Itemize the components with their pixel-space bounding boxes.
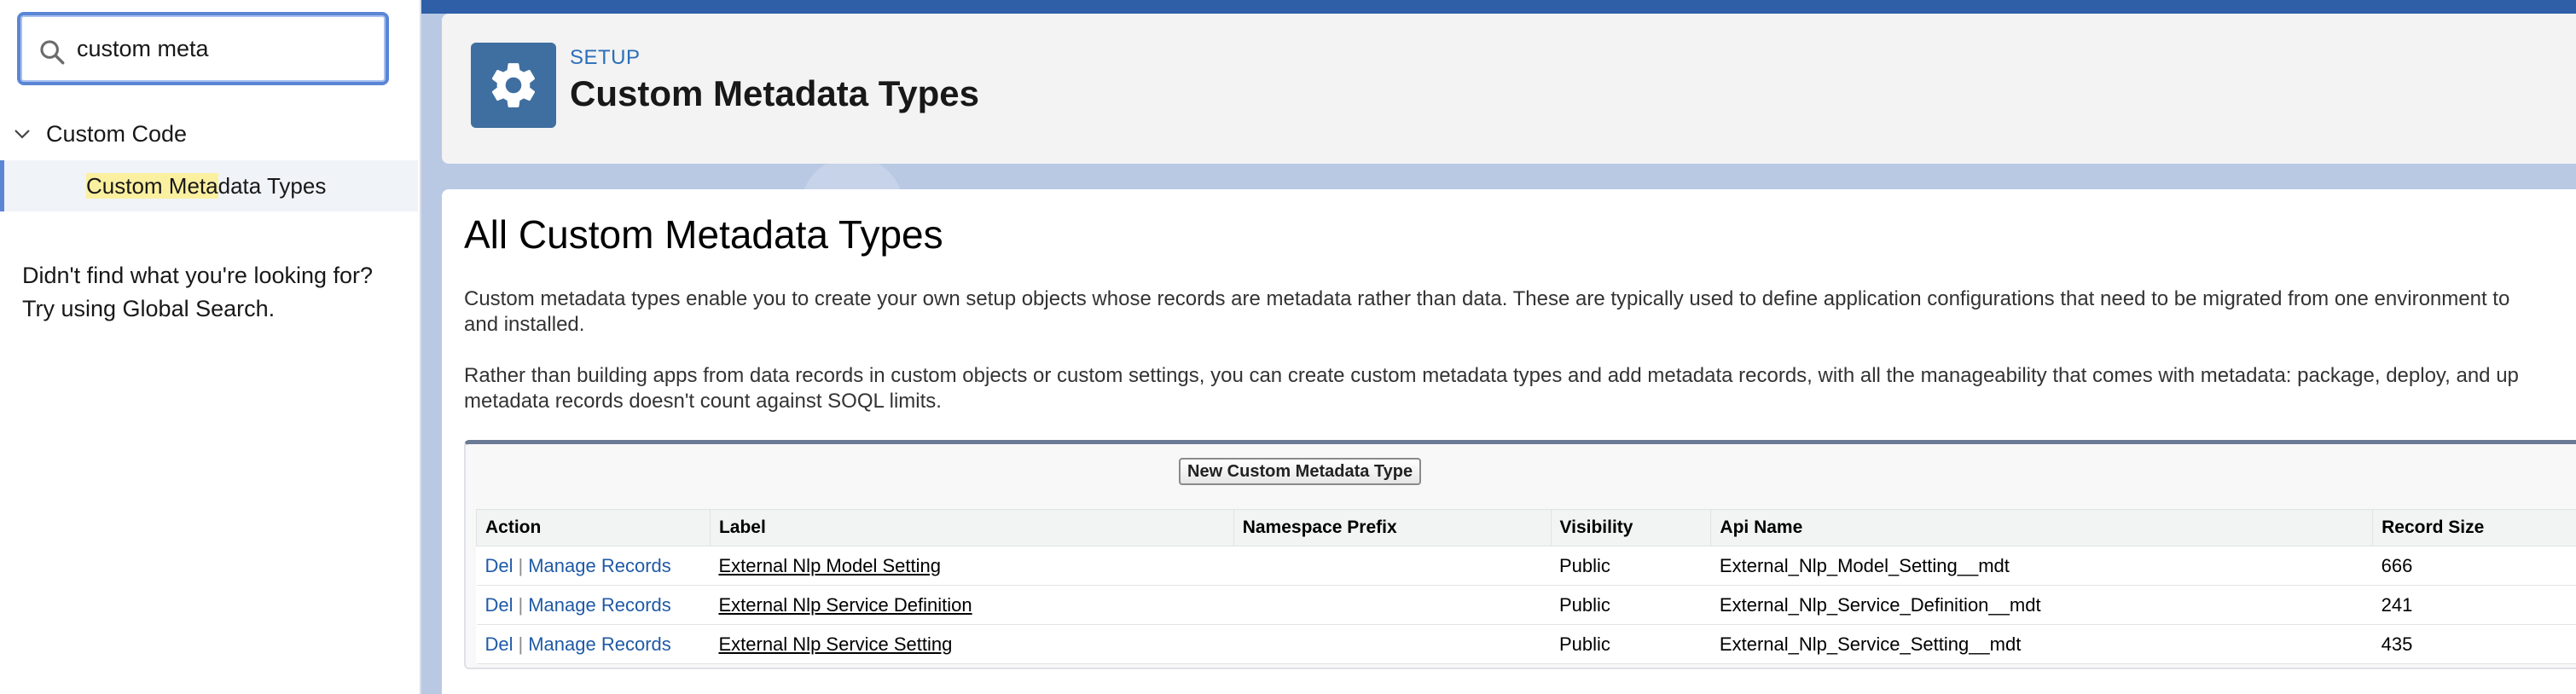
tree-item-label: Custom Metadata Types [86,172,327,200]
not-found-line-1: Didn't find what you're looking for? [22,263,374,288]
page-header: SETUP Custom Metadata Types [442,14,2576,164]
delete-link[interactable]: Del [485,633,513,655]
page-title: Custom Metadata Types [570,73,979,113]
action-separator: | [518,554,524,576]
column-header-label[interactable]: Label [709,509,1234,547]
not-found-line-2: Try using Global Search. [22,296,276,321]
content-card: All Custom Metadata Types Custom metadat… [442,189,2576,694]
manage-records-link[interactable]: Manage Records [528,555,671,576]
type-label-link[interactable]: External Nlp Service Setting [718,633,952,655]
visibility-cell: Public [1551,546,1711,586]
action-separator: | [518,633,524,655]
api-name-cell: External_Nlp_Service_Definition__mdt [1710,585,2373,625]
record-size-cell: 435 [2372,624,2576,664]
api-name-cell: External_Nlp_Service_Setting__mdt [1710,624,2373,664]
namespace-cell [1233,546,1551,586]
setup-sidebar: Custom Code Custom Metadata Types Didn't… [0,0,421,694]
manage-records-link[interactable]: Manage Records [528,594,671,616]
tree-item-custom-metadata-types[interactable]: Custom Metadata Types [0,160,418,211]
table-header-row: Action Label Namespace Prefix Visibility… [476,509,2576,547]
visibility-cell: Public [1551,585,1711,625]
metadata-types-table: Action Label Namespace Prefix Visibility… [476,509,2576,664]
table-row: Del | Manage Records External Nlp Model Se… [476,546,2576,586]
new-custom-metadata-type-button[interactable]: New Custom Metadata Type [1179,458,1422,485]
type-label-link[interactable]: External Nlp Service Definition [718,594,972,616]
main-top-band [421,0,2576,14]
record-size-cell: 666 [2372,546,2576,586]
search-match-highlight: Custom Meta [86,172,218,199]
breadcrumb-setup[interactable]: SETUP [570,46,641,70]
column-header-record-size[interactable]: Record Size [2372,509,2576,547]
chevron-down-icon[interactable] [12,124,32,144]
tree-item-label-rest: data Types [218,172,327,199]
action-cell: Del | Manage Records [476,624,711,664]
api-name-cell: External_Nlp_Model_Setting__mdt [1710,546,2373,586]
namespace-cell [1233,585,1551,625]
action-separator: | [518,593,524,616]
tree-group-custom-code[interactable]: Custom Code [0,114,418,153]
column-header-action: Action [476,509,711,547]
setup-icon-tile [471,43,556,128]
action-cell: Del | Manage Records [476,585,711,625]
column-header-namespace-prefix[interactable]: Namespace Prefix [1233,509,1552,547]
label-cell: External Nlp Service Setting [710,624,1234,664]
table-row: Del | Manage Records External Nlp Service … [476,624,2576,664]
table-row: Del | Manage Records External Nlp Service … [476,585,2576,625]
quick-find-box[interactable] [17,12,389,85]
type-label-link[interactable]: External Nlp Model Setting [718,555,940,576]
not-found-message: Didn't find what you're looking for? Try… [22,259,406,326]
record-size-cell: 241 [2372,585,2576,625]
tree-group-label: Custom Code [46,120,188,147]
description-2-line-1: Rather than building apps from data reco… [464,364,2519,387]
description-1-line-1: Custom metadata types enable you to crea… [464,287,2510,310]
column-header-api-name[interactable]: Api Name [1710,509,2374,547]
visibility-cell: Public [1551,624,1711,664]
metadata-types-list-panel: New Custom Metadata Type Action Label Na… [464,440,2576,669]
label-cell: External Nlp Service Definition [710,585,1234,625]
content-title: All Custom Metadata Types [464,212,943,257]
delete-link[interactable]: Del [485,555,513,576]
search-icon [40,40,65,65]
description-paragraph-2: Rather than building apps from data reco… [464,363,2571,414]
manage-records-link[interactable]: Manage Records [528,633,671,655]
gear-icon [491,63,536,107]
column-header-visibility[interactable]: Visibility [1550,509,1712,547]
description-paragraph-1: Custom metadata types enable you to crea… [464,286,2571,338]
quick-find-input[interactable] [77,29,367,68]
label-cell: External Nlp Model Setting [710,546,1234,586]
namespace-cell [1233,624,1551,664]
action-cell: Del | Manage Records [476,546,711,586]
delete-link[interactable]: Del [485,594,513,616]
description-1-line-2: and installed. [464,313,585,336]
description-2-line-2: metadata records doesn't count against S… [464,390,942,413]
